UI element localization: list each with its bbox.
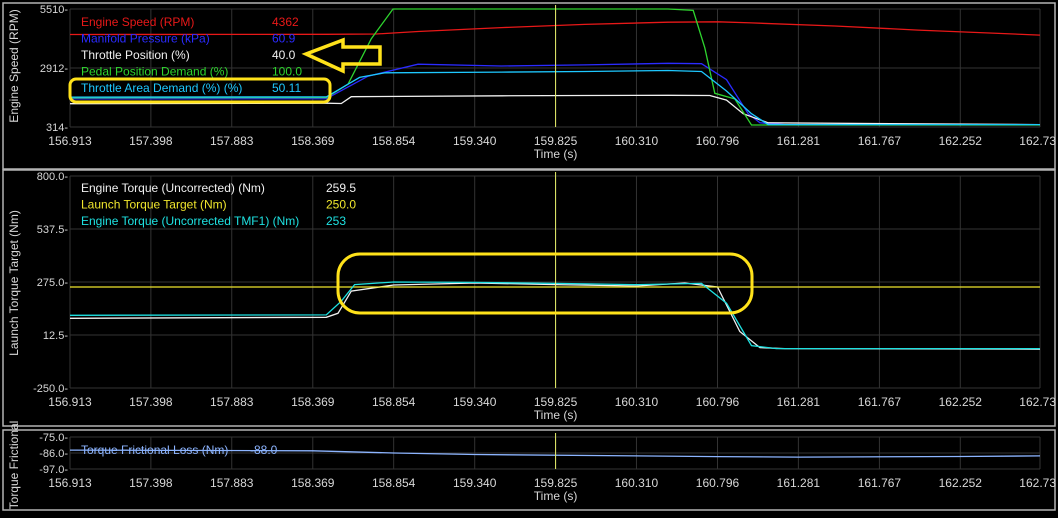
telemetry-chart: 156.913 157.398 157.883 158.369 158.854 159.3… xyxy=(0,0,1058,513)
x-tick-label: 160.796 xyxy=(696,395,740,409)
x-tick-label: 156.913 xyxy=(48,134,92,148)
legend-entry: Engine Speed (RPM) xyxy=(81,15,194,29)
x-tick-label: 157.398 xyxy=(129,476,173,490)
x-tick-label: 158.369 xyxy=(291,395,335,409)
legend-entry: Engine Torque (Uncorrected) (Nm) xyxy=(81,181,265,195)
x-tick-label: 161.281 xyxy=(777,395,821,409)
x-axis-title: Time (s) xyxy=(534,147,578,161)
x-tick-label: 158.369 xyxy=(291,476,335,490)
y-axis-title: Launch Torque Target (Nm) xyxy=(7,210,21,356)
legend-entry: Engine Torque (Uncorrected TMF1) (Nm) xyxy=(81,214,299,228)
legend-value: -88.0 xyxy=(250,443,278,457)
legend-entry: Pedal Position Demand (%) xyxy=(81,65,228,79)
y-tick-label: 314- xyxy=(46,122,68,134)
x-tick-label: 162.252 xyxy=(939,395,983,409)
y-tick-label: 12.5- xyxy=(43,330,68,342)
legend-value: 253 xyxy=(326,214,346,228)
legend-value: 60.9 xyxy=(272,32,296,46)
y-tick-label: 800.0- xyxy=(37,171,69,183)
legend-entry: Manifold Pressure (kPa) xyxy=(81,32,210,46)
legend-value: 4362 xyxy=(272,15,299,29)
y-tick-label: 275.0- xyxy=(37,277,69,289)
y-axis-title: Torque Frictional xyxy=(7,421,21,510)
x-tick-label: 160.310 xyxy=(615,134,659,148)
x-tick-label: 161.767 xyxy=(858,134,902,148)
torque-frictional-panel: 156.913 157.398 157.883 158.369 158.854 159.3… xyxy=(2,421,1056,511)
x-tick-label: 161.767 xyxy=(858,395,902,409)
x-tick-label: 158.854 xyxy=(372,395,416,409)
y-tick-label: -86.0- xyxy=(39,448,68,460)
x-tick-label: 161.281 xyxy=(777,476,821,490)
x-tick-label: 162.73 xyxy=(1019,476,1056,490)
x-tick-label: 157.883 xyxy=(210,395,254,409)
engine-speed-panel: 156.913 157.398 157.883 158.369 158.854 159.3… xyxy=(2,2,1056,170)
x-tick-label: 158.854 xyxy=(372,476,416,490)
x-tick-label: 159.825 xyxy=(534,134,578,148)
legend-entry: Torque Frictional Loss (Nm) xyxy=(81,443,228,457)
legend-entry: Throttle Position (%) xyxy=(81,48,190,62)
x-tick-label: 162.252 xyxy=(939,476,983,490)
y-tick-label: 2912- xyxy=(40,63,68,75)
x-tick-label: 158.854 xyxy=(372,134,416,148)
x-tick-label: 162.73 xyxy=(1019,395,1056,409)
legend-entry: Throttle Area Demand (%) (%) xyxy=(81,81,242,95)
x-tick-label: 157.398 xyxy=(129,134,173,148)
y-tick-label: -75.0- xyxy=(39,432,68,444)
x-tick-label: 162.252 xyxy=(939,134,983,148)
x-tick-label: 160.796 xyxy=(696,476,740,490)
launch-torque-panel: 156.913 157.398 157.883 158.369 158.854 159.3… xyxy=(2,169,1056,427)
x-tick-label: 161.767 xyxy=(858,476,902,490)
x-tick-label: 159.340 xyxy=(453,395,497,409)
x-tick-label: 157.398 xyxy=(129,395,173,409)
x-tick-label: 162.73 xyxy=(1019,134,1056,148)
x-axis-title: Time (s) xyxy=(534,489,578,503)
x-tick-label: 157.883 xyxy=(210,476,254,490)
legend-value: 100.0 xyxy=(272,65,302,79)
legend-value: 259.5 xyxy=(326,181,356,195)
x-tick-label: 160.310 xyxy=(615,476,659,490)
x-tick-label: 158.369 xyxy=(291,134,335,148)
y-axis-title: Engine Speed (RPM) xyxy=(7,9,21,122)
y-tick-label: 5510- xyxy=(40,4,68,16)
x-tick-label: 160.310 xyxy=(615,395,659,409)
x-tick-label: 159.340 xyxy=(453,134,497,148)
x-tick-label: 156.913 xyxy=(48,395,92,409)
x-tick-label: 159.825 xyxy=(534,395,578,409)
legend-value: 40.0 xyxy=(272,48,296,62)
x-tick-label: 161.281 xyxy=(777,134,821,148)
legend-value: 250.0 xyxy=(326,198,356,212)
x-tick-label: 159.825 xyxy=(534,476,578,490)
y-tick-label: -97.0- xyxy=(39,464,68,476)
legend-entry: Launch Torque Target (Nm) xyxy=(81,198,227,212)
x-tick-label: 157.883 xyxy=(210,134,254,148)
x-axis-title: Time (s) xyxy=(534,408,578,422)
panel-frame xyxy=(2,429,1056,511)
y-tick-label: -250.0- xyxy=(33,383,68,395)
x-tick-label: 160.796 xyxy=(696,134,740,148)
x-tick-label: 156.913 xyxy=(48,476,92,490)
y-tick-label: 537.5- xyxy=(37,224,69,236)
x-tick-label: 159.340 xyxy=(453,476,497,490)
legend-value: 50.11 xyxy=(272,81,301,95)
